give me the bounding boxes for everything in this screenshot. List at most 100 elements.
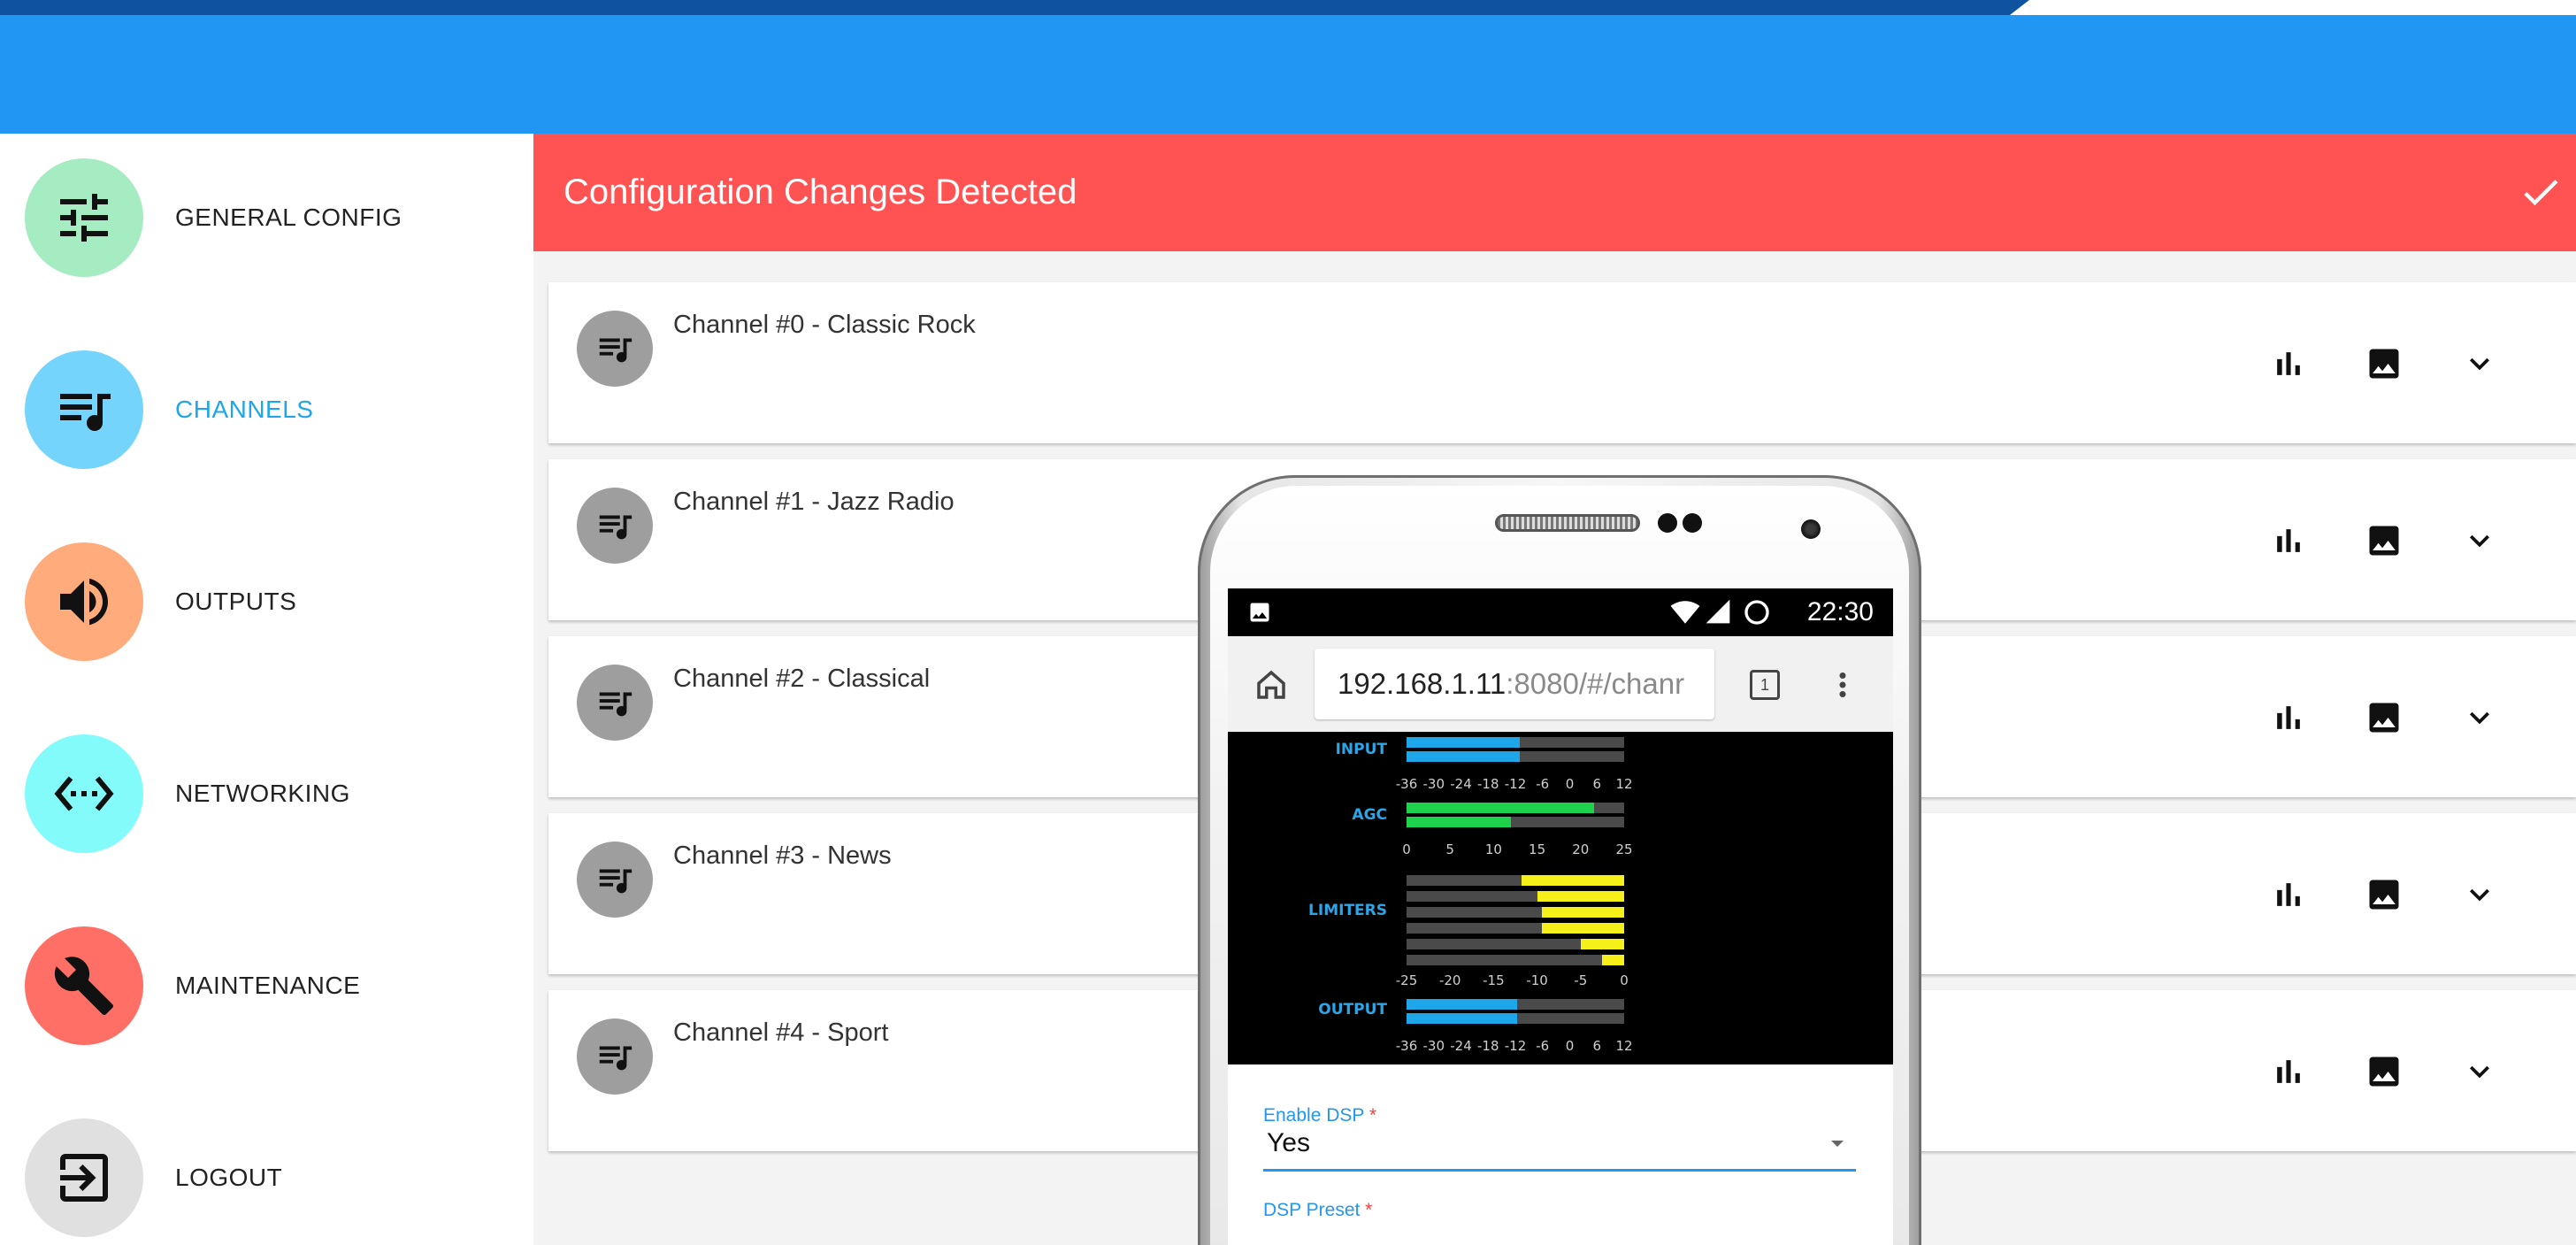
phone-speaker: [1495, 514, 1640, 532]
agc-meter-label: AGC: [1352, 806, 1387, 824]
sidebar-item-general-config[interactable]: GENERAL CONFIG: [0, 134, 533, 302]
url-host: 192.168.1.11: [1338, 667, 1506, 700]
bar-chart-button[interactable]: [2267, 873, 2310, 916]
tab-switcher-button[interactable]: 1: [1750, 670, 1780, 700]
sidebar-item-logout[interactable]: LOGOUT: [0, 1094, 533, 1245]
scale-tick-label: -36: [1395, 1038, 1418, 1054]
settings-ethernet-icon: [54, 776, 114, 811]
build-icon: [54, 957, 113, 1015]
channel-avatar: [577, 842, 653, 918]
output-meter-label: OUTPUT: [1318, 1001, 1387, 1018]
bar-chart-icon: [2277, 529, 2300, 552]
check-icon[interactable]: [2518, 169, 2564, 215]
scale-tick-label: 10: [1484, 842, 1502, 857]
phone-status-bar: 22:30: [1228, 588, 1893, 636]
expand-more-icon: [2470, 534, 2489, 548]
queue-music-icon: [599, 869, 632, 894]
required-mark: *: [1365, 1200, 1373, 1220]
bar-chart-button[interactable]: [2267, 342, 2310, 385]
home-icon[interactable]: [1253, 666, 1290, 703]
image-button[interactable]: [2363, 1050, 2405, 1093]
bar-chart-button[interactable]: [2267, 696, 2310, 739]
top-strip-tab-area: [2010, 0, 2576, 15]
channel-avatar: [577, 311, 653, 387]
phone-screen: 22:30 192.168.1.11:8080/#/chanr 1 INPUT …: [1228, 588, 1893, 1245]
enable-dsp-label: Enable DSP *: [1263, 1105, 1377, 1126]
limiter-meter-bar-fill: [1537, 891, 1624, 902]
bar-chart-icon: [2277, 883, 2300, 906]
chevron-down-icon: [1831, 1141, 1844, 1147]
phone-camera: [1801, 519, 1821, 539]
scale-tick-label: 12: [1615, 776, 1633, 792]
channel-avatar: [577, 665, 653, 741]
image-icon: [2369, 349, 2399, 379]
limiter-scale: -25 -20 -15 -10 -5 0: [1396, 972, 1629, 990]
bar-chart-button[interactable]: [2267, 519, 2310, 562]
dsp-form: Enable DSP * Yes DSP Preset *: [1228, 1064, 1893, 1245]
sidebar-item-label: OUTPUTS: [175, 588, 297, 615]
expand-more-button[interactable]: [2458, 696, 2501, 739]
scale-tick-label: 12: [1615, 1038, 1633, 1054]
channel-card[interactable]: Channel #0 - Classic Rock: [548, 282, 2576, 443]
more-vert-icon[interactable]: [1824, 666, 1861, 703]
nav-circle: [25, 158, 143, 277]
app-bar: [0, 15, 2576, 134]
limiter-meter-bar-fill: [1541, 923, 1624, 934]
agc-meter-bar: [1407, 817, 1624, 827]
scale-tick-label: -30: [1422, 1038, 1445, 1054]
image-button[interactable]: [2363, 519, 2405, 562]
image-button[interactable]: [2363, 696, 2405, 739]
tune-icon: [60, 194, 108, 242]
channel-title: Channel #0 - Classic Rock: [673, 311, 976, 339]
bar-chart-icon: [2277, 352, 2300, 375]
input-meter-bar-fill: [1407, 737, 1520, 748]
expand-more-icon: [2470, 888, 2489, 902]
expand-more-button[interactable]: [2458, 873, 2501, 916]
expand-more-button[interactable]: [2458, 519, 2501, 562]
input-scale: -36 -30 -24 -18 -12 -6 0 6 12: [1396, 776, 1633, 794]
sidebar-item-channels[interactable]: CHANNELS: [0, 326, 533, 494]
output-meter-bar: [1407, 999, 1624, 1010]
input-meter-label: INPUT: [1335, 741, 1387, 758]
image-icon: [2369, 526, 2399, 556]
limiter-meter-bar: [1407, 955, 1624, 965]
sidebar-item-networking[interactable]: NETWORKING: [0, 710, 533, 878]
output-meter-bar: [1407, 1013, 1624, 1024]
sidebar-item-label: LOGOUT: [175, 1164, 283, 1191]
channel-title: Channel #4 - Sport: [673, 1018, 889, 1047]
scale-tick-label: -6: [1536, 1038, 1550, 1054]
image-button[interactable]: [2363, 873, 2405, 916]
image-icon: [2369, 1057, 2399, 1087]
queue-music-icon: [60, 394, 111, 431]
scale-tick-label: -12: [1504, 776, 1527, 792]
agc-scale: 0 5 10 15 20 25: [1402, 842, 1632, 859]
limiter-meter-bar-fill: [1580, 939, 1624, 949]
exit-to-app-icon: [60, 1154, 108, 1202]
output-meter-bar-fill: [1407, 1013, 1518, 1024]
dsp-meters: INPUT AGC LIMITERS OUTPUT -36 -30 -24 -18 -1…: [1228, 732, 1893, 1064]
scale-tick-label: -24: [1450, 1038, 1472, 1054]
scale-tick-label: -24: [1450, 776, 1472, 792]
agc-meter-bar-fill: [1407, 803, 1594, 813]
expand-more-button[interactable]: [2458, 1050, 2501, 1093]
required-mark: *: [1368, 1105, 1377, 1126]
expand-more-button[interactable]: [2458, 342, 2501, 385]
limiter-meter-bar: [1407, 907, 1624, 918]
image-button[interactable]: [2363, 342, 2405, 385]
scale-tick-label: 5: [1445, 842, 1454, 857]
sidebar-item-outputs[interactable]: OUTPUTS: [0, 518, 533, 686]
scale-tick-label: -10: [1526, 972, 1548, 988]
bar-chart-button[interactable]: [2267, 1050, 2310, 1093]
output-meter-bar-fill: [1407, 999, 1518, 1010]
wifi-icon: [1670, 601, 1700, 624]
queue-music-icon: [599, 338, 632, 363]
expand-more-icon: [2470, 357, 2489, 371]
scale-tick-label: -36: [1395, 776, 1418, 792]
output-scale: -36 -30 -24 -18 -12 -6 0 6 12: [1396, 1038, 1633, 1056]
url-input[interactable]: 192.168.1.11:8080/#/chanr: [1315, 649, 1714, 719]
bar-chart-icon: [2277, 706, 2300, 729]
expand-more-icon: [2470, 711, 2489, 725]
sidebar-item-maintenance[interactable]: MAINTENANCE: [0, 902, 533, 1070]
sidebar-item-label: CHANNELS: [175, 396, 314, 423]
scale-tick-label: 6: [1592, 776, 1602, 792]
